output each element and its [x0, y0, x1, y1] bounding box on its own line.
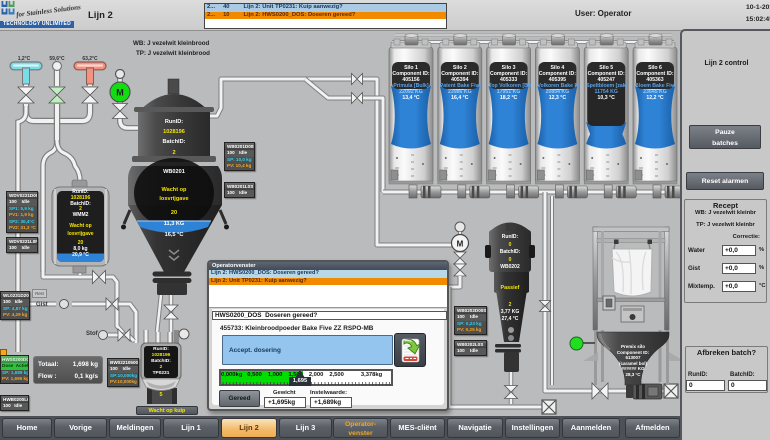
svg-text:M: M [116, 88, 124, 98]
svg-text:M: M [457, 240, 464, 249]
